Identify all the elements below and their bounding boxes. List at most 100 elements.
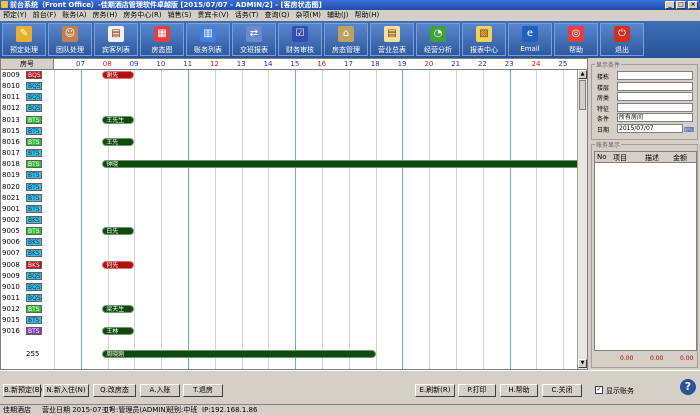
help-button[interactable]: H.帮助 (500, 384, 538, 397)
room-row[interactable]: 8017 BTS (1, 148, 54, 159)
change-status-button[interactable]: Q.改房态 (93, 384, 136, 397)
accounts-table[interactable]: No 项目 描述 金额 (594, 151, 697, 351)
new-reservation-button[interactable]: B.新预定(B) (3, 384, 42, 397)
room-row[interactable]: 9008 BKS (1, 260, 54, 271)
room-row[interactable]: 9015 BTS (1, 315, 54, 326)
maximize-button[interactable]: □ (676, 1, 686, 9)
room-row[interactable]: 9012 BTS (1, 304, 54, 315)
scroll-down-icon[interactable]: ▼ (578, 359, 587, 368)
toolbar-button-label: 退出 (615, 46, 629, 54)
print-button[interactable]: P.打印 (458, 384, 496, 397)
checkout-button[interactable]: T.退房 (183, 384, 223, 397)
stay-bar[interactable]: 何先 (102, 260, 135, 269)
room-row[interactable]: 8013 BTS (1, 115, 54, 126)
room-row[interactable]: 8016 BTS (1, 137, 54, 148)
room-row[interactable]: 9002 BKS (1, 215, 54, 226)
stay-bar[interactable]: 王先 (102, 137, 135, 146)
shift-report-icon: ⇄ (246, 26, 262, 42)
menu-item-7[interactable]: 话务(T) (232, 10, 262, 21)
room-number: 9008 (2, 260, 20, 269)
show-accounts-checkbox[interactable]: ✓ (595, 386, 603, 394)
room-row[interactable]: 9007 BKS (1, 248, 54, 259)
email-icon: e (522, 26, 538, 42)
close-window-button[interactable]: × (688, 1, 698, 9)
room-row[interactable]: 8011 BQS (1, 92, 54, 103)
room-row[interactable]: 9016 BTS (1, 326, 54, 337)
room-row[interactable]: 9001 BTS (1, 204, 54, 215)
toolbar-button-2[interactable]: ▤ 宾客列表 (94, 23, 138, 56)
room-row[interactable]: 9010 BQS (1, 282, 54, 293)
hour-label: 12 (210, 60, 219, 68)
room-row[interactable]: 9011 BQS (1, 293, 54, 304)
stay-bar[interactable]: 周晓刚 (102, 349, 376, 358)
room-count: 255 (26, 349, 40, 358)
room-row[interactable]: 8012 BQS (1, 103, 54, 114)
menu-item-2[interactable]: 账务(A) (59, 10, 89, 21)
menu-item-10[interactable]: 辅助(J) (324, 10, 352, 21)
menu-item-1[interactable]: 前台(F) (30, 10, 60, 21)
scroll-thumb[interactable] (579, 80, 586, 110)
room-status-badge: BKS (26, 215, 42, 224)
refresh-button[interactable]: E.刷新(R) (415, 384, 455, 397)
new-checkin-button[interactable]: N.新入住(N) (43, 384, 89, 397)
menu-item-9[interactable]: 杂项(M) (292, 10, 324, 21)
room-row[interactable]: 8020 BTS (1, 182, 54, 193)
room-row[interactable]: 8018 BTS (1, 159, 54, 170)
room-row[interactable]: 8009 BQS (1, 70, 54, 81)
close-button[interactable]: C.关闭 (542, 384, 582, 397)
filter-input[interactable] (617, 92, 693, 101)
menu-item-0[interactable]: 预定(Y) (0, 10, 30, 21)
stay-bar[interactable]: 谢先 (102, 71, 135, 79)
hour-label: 11 (183, 60, 193, 68)
menu-item-11[interactable]: 帮助(H) (352, 10, 383, 21)
toolbar-button-6[interactable]: ☑ 财务审核 (278, 23, 322, 56)
stay-bar[interactable]: 王先生 (102, 115, 135, 124)
room-row[interactable]: 9005 BTS (1, 226, 54, 237)
guest-list-icon: ▤ (108, 26, 124, 42)
menu-item-5[interactable]: 销售(S) (165, 10, 195, 21)
stay-bar[interactable]: 钟晓 (102, 160, 587, 169)
filter-input[interactable] (617, 71, 693, 80)
toolbar-button-7[interactable]: ⌂ 房态管理 (324, 23, 368, 56)
room-row[interactable]: 9009 BQS (1, 271, 54, 282)
toolbar-button-1[interactable]: ☺ 团队处理 (48, 23, 92, 56)
vertical-scrollbar[interactable]: ▲ ▼ (577, 70, 587, 369)
filter-input[interactable]: 所有房间 (617, 113, 693, 122)
room-row[interactable]: 8021 BTS (1, 193, 54, 204)
hour-gridline (536, 70, 538, 369)
room-row[interactable]: 8010 BQS (1, 81, 54, 92)
toolbar-button-0[interactable]: ✎ 预定处理 (2, 23, 46, 56)
room-row[interactable]: 8019 BTS (1, 170, 54, 181)
filter-input[interactable]: 2015/07/07 (617, 123, 683, 133)
filter-input[interactable] (617, 102, 693, 112)
room-row[interactable]: 8015 BTS (1, 126, 54, 137)
toolbar-button-3[interactable]: ▦ 房态图 (140, 23, 184, 56)
room-number: 9015 (2, 316, 20, 325)
stay-bar[interactable]: 白先 (102, 227, 135, 236)
toolbar-button-12[interactable]: ◎ 帮助 (554, 23, 598, 56)
toolbar-button-13[interactable]: ⏻ 退出 (600, 23, 644, 56)
timeline-grid[interactable]: 谢先王先生王先钟晓白先何先梁天生王林周晓刚 (54, 70, 587, 369)
menu-item-3[interactable]: 房务(H) (90, 10, 121, 21)
toolbar-button-9[interactable]: ◔ 经营分析 (416, 23, 460, 56)
minimize-button[interactable]: _ (665, 1, 675, 9)
room-row[interactable]: 9006 BKS (1, 237, 54, 248)
menu-item-6[interactable]: 贵宾卡(V) (194, 10, 231, 21)
post-account-button[interactable]: A.入账 (140, 384, 180, 397)
toolbar-button-4[interactable]: ▥ 账务列表 (186, 23, 230, 56)
calendar-icon[interactable]: ⌨ (684, 126, 694, 134)
toolbar-button-5[interactable]: ⇄ 交班报表 (232, 23, 276, 56)
stay-bar[interactable]: 王林 (102, 327, 135, 336)
help-question-icon[interactable]: ? (680, 379, 696, 395)
filter-input[interactable] (617, 81, 693, 91)
toolbar-button-10[interactable]: ▧ 报表中心 (462, 23, 506, 56)
menu-item-8[interactable]: 查询(Q) (262, 10, 293, 21)
toolbar-button-11[interactable]: e Email (508, 23, 552, 56)
stay-bar[interactable]: 梁天生 (102, 305, 135, 314)
scroll-up-icon[interactable]: ▲ (578, 70, 587, 79)
menu-item-4[interactable]: 房务中心(R) (120, 10, 164, 21)
toolbar-button-8[interactable]: ▤ 营业总表 (370, 23, 414, 56)
room-status-badge: BTS (26, 115, 42, 124)
total-item: 0.00 (620, 355, 634, 362)
room-number: 9002 (2, 215, 20, 224)
